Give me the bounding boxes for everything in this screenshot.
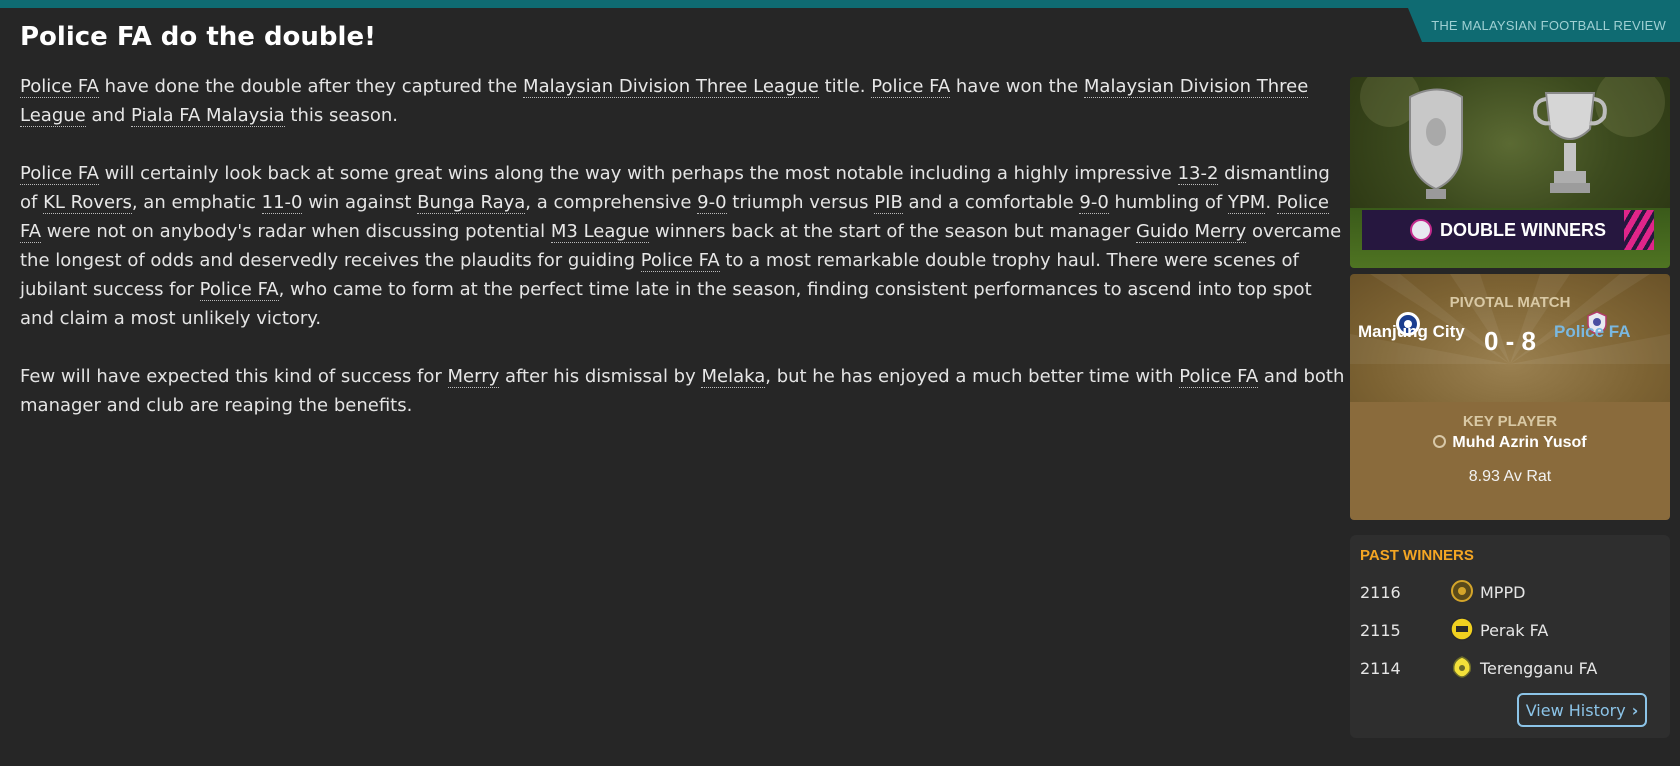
winner-club[interactable]: Perak FA: [1480, 621, 1548, 640]
article-text: Few will have expected this kind of succ…: [20, 366, 448, 387]
article-link[interactable]: Melaka: [701, 366, 766, 388]
article-text: triumph versus: [726, 192, 875, 213]
winner-club[interactable]: MPPD: [1480, 583, 1525, 602]
article-text: .: [1265, 192, 1277, 213]
article-link[interactable]: KL Rovers: [43, 192, 132, 214]
article-paragraph-1: Police FA have done the double after the…: [20, 72, 1350, 130]
article-text: and a comfortable: [902, 192, 1080, 213]
key-player-row[interactable]: Muhd Azrin Yusof: [1350, 434, 1670, 452]
article-text: after his dismissal by: [499, 366, 702, 387]
article-link[interactable]: 11-0: [261, 192, 303, 214]
article-text: , but he has enjoyed a much better time …: [765, 366, 1180, 387]
article-text: have won the: [950, 76, 1084, 97]
terengganu-crest-icon: [1450, 655, 1474, 683]
winner-year: 2116: [1360, 583, 1401, 602]
article-text: winners back at the start of the season …: [649, 221, 1136, 242]
away-team[interactable]: Police FA: [1554, 322, 1631, 342]
article-body: Police FA have done the double after the…: [20, 72, 1350, 449]
article-text: were not on anybody's radar when discuss…: [41, 221, 551, 242]
article-text: have done the double after they captured…: [98, 76, 524, 97]
winner-year: 2115: [1360, 621, 1401, 640]
article-text: humbling of: [1108, 192, 1228, 213]
league-logo-icon: [1410, 219, 1432, 241]
past-winner-row[interactable]: 2115 Perak FA: [1360, 615, 1660, 645]
article-link[interactable]: Police FA: [871, 76, 951, 98]
winner-club[interactable]: Terengganu FA: [1480, 659, 1597, 678]
article-link[interactable]: PIB: [874, 192, 903, 214]
past-winners-panel: PAST WINNERS 2116 MPPD 2115 Perak FA 211…: [1350, 535, 1670, 738]
article-link[interactable]: YPM: [1227, 192, 1266, 214]
key-player-name[interactable]: Muhd Azrin Yusof: [1452, 434, 1586, 451]
article-link[interactable]: 9-0: [1079, 192, 1109, 214]
article-link[interactable]: Malaysian Division Three League: [523, 76, 819, 98]
winner-year: 2114: [1360, 659, 1401, 678]
past-winner-row[interactable]: 2114 Terengganu FA: [1360, 653, 1660, 683]
article-text: win against: [302, 192, 418, 213]
headline: Police FA do the double!: [20, 22, 376, 52]
article-text: will certainly look back at some great w…: [98, 163, 1178, 184]
mppd-crest-icon: [1450, 579, 1474, 607]
past-winner-row[interactable]: 2116 MPPD: [1360, 577, 1660, 607]
person-icon: [1433, 435, 1447, 448]
article-paragraph-2: Police FA will certainly look back at so…: [20, 159, 1350, 333]
article-link[interactable]: Police FA: [640, 250, 720, 272]
publication-tag: THE MALAYSIAN FOOTBALL REVIEW: [1408, 8, 1680, 42]
key-player-card: KEY PLAYER Muhd Azrin Yusof 8.93 Av Rat: [1350, 402, 1670, 520]
article-paragraph-3: Few will have expected this kind of succ…: [20, 362, 1350, 420]
key-player-label: KEY PLAYER: [1462, 413, 1558, 430]
banner-text: DOUBLE WINNERS: [1440, 219, 1606, 240]
article-text: and: [85, 105, 132, 126]
top-accent-bar: [0, 0, 1680, 8]
double-winners-banner: DOUBLE WINNERS: [1362, 210, 1654, 250]
view-history-button[interactable]: View History ›: [1517, 693, 1647, 727]
key-player-rating: 8.93 Av Rat: [1468, 468, 1552, 485]
article-link[interactable]: M3 League: [550, 221, 650, 243]
article-link[interactable]: Piala FA Malaysia: [131, 105, 285, 127]
article-link[interactable]: Police FA: [20, 163, 99, 185]
article-link[interactable]: 13-2: [1177, 163, 1219, 185]
article-link[interactable]: Police FA: [1179, 366, 1259, 388]
article-link[interactable]: Merry: [447, 366, 500, 388]
article-link[interactable]: Police FA: [199, 279, 279, 301]
chevron-right-icon: ›: [1631, 700, 1639, 720]
article-link[interactable]: 9-0: [697, 192, 727, 214]
pivotal-match-label: PIVOTAL MATCH: [1449, 294, 1571, 311]
perak-crest-icon: [1450, 617, 1474, 645]
view-history-label: View History: [1525, 700, 1626, 720]
past-winners-title: PAST WINNERS: [1360, 547, 1474, 564]
article-text: title.: [818, 76, 872, 97]
article-text: , an emphatic: [131, 192, 262, 213]
article-link[interactable]: Guido Merry: [1135, 221, 1247, 243]
article-text: , a comprehensive: [525, 192, 698, 213]
publication-name: THE MALAYSIAN FOOTBALL REVIEW: [1431, 17, 1666, 33]
article-text: this season.: [284, 105, 398, 126]
article-link[interactable]: Police FA: [20, 76, 99, 98]
pivotal-match-card: PIVOTAL MATCH Manjung City 0 - 8 Police …: [1350, 274, 1670, 402]
article-link[interactable]: Bunga Raya: [417, 192, 526, 214]
double-winners-image: DOUBLE WINNERS: [1350, 77, 1670, 268]
